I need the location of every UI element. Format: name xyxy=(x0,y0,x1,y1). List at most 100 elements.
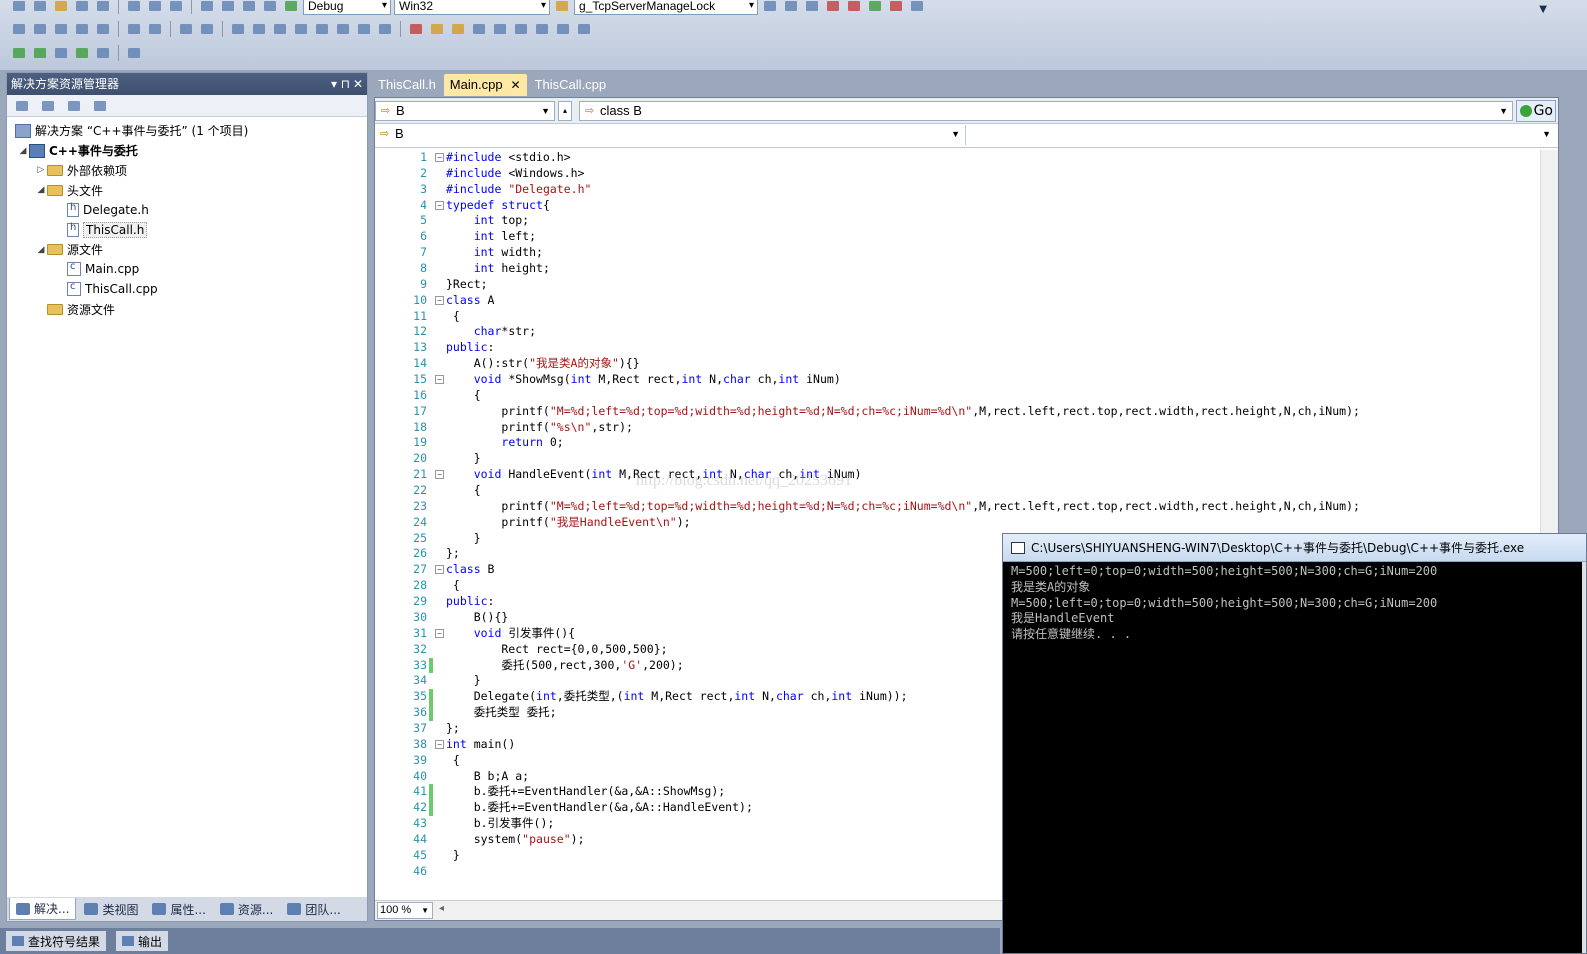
open-icon[interactable] xyxy=(52,0,70,14)
hex-display-icon[interactable] xyxy=(554,21,572,37)
cut-icon[interactable] xyxy=(125,0,143,14)
code-line[interactable]: 12 char*str; xyxy=(375,324,1540,340)
platform-select[interactable]: Win32 xyxy=(394,0,550,15)
close-tab-icon[interactable]: ✕ xyxy=(511,78,521,92)
tree-item[interactable]: ◢ 头文件 xyxy=(7,180,367,200)
document-tab[interactable]: ThisCall.cpp xyxy=(529,74,613,96)
compile-icon[interactable] xyxy=(470,21,488,37)
panel-tab[interactable]: 资源... xyxy=(214,898,279,920)
expand-arrow-icon[interactable]: ◢ xyxy=(35,185,47,195)
next-bookmark-doc-icon[interactable] xyxy=(355,21,373,37)
quick-info-icon[interactable] xyxy=(52,21,70,37)
zoom-select[interactable]: 100 % ▼ xyxy=(377,902,433,919)
secondary-member-select[interactable]: ▼ xyxy=(965,125,1555,145)
console-scrollbar[interactable] xyxy=(1582,562,1586,953)
previous-bookmark-doc-icon[interactable] xyxy=(334,21,352,37)
run-icon[interactable] xyxy=(10,45,28,61)
find-combo[interactable]: g_TcpServerManageLock xyxy=(574,0,758,15)
console-title-bar[interactable]: C:\Users\SHIYUANSHENG-WIN7\Desktop\C++事件… xyxy=(1003,534,1586,562)
document-tab[interactable]: Main.cpp ✕ xyxy=(443,74,527,96)
increase-indent-icon[interactable] xyxy=(146,21,164,37)
collapse-icon[interactable]: − xyxy=(435,739,444,749)
save-all-icon[interactable] xyxy=(94,0,112,14)
scope-select[interactable]: ⇨ B ▼ xyxy=(375,101,555,121)
panel-tab[interactable]: 类视图 xyxy=(78,898,144,920)
code-line[interactable]: 20 } xyxy=(375,451,1540,467)
code-line[interactable]: 23 printf("M=%d;left=%d;top=%d;width=%d;… xyxy=(375,499,1540,515)
next-bookmark-folder-icon[interactable] xyxy=(313,21,331,37)
tree-item-solution[interactable]: 解决方案 “C++事件与委托” (1 个项目) xyxy=(7,121,367,141)
panel-tab[interactable]: 解决... xyxy=(9,898,77,920)
start-debugging-icon[interactable] xyxy=(282,0,300,14)
navigate-forward-icon[interactable] xyxy=(261,0,279,14)
copy-icon[interactable] xyxy=(146,0,164,14)
code-line[interactable]: 13 public: xyxy=(375,340,1540,356)
start-page-icon[interactable] xyxy=(866,0,884,14)
scroll-left-icon[interactable]: ◂ xyxy=(439,903,444,914)
code-line[interactable]: 18 printf("%s\n",str); xyxy=(375,420,1540,436)
redo-icon[interactable] xyxy=(219,0,237,14)
code-line[interactable]: 5 int top; xyxy=(375,213,1540,229)
batch-build-icon[interactable] xyxy=(449,21,467,37)
comment-icon[interactable] xyxy=(177,21,195,37)
previous-bookmark-folder-icon[interactable] xyxy=(292,21,310,37)
config-select[interactable]: Debug xyxy=(303,0,391,15)
rebuild-icon[interactable] xyxy=(428,21,446,37)
build-options-icon[interactable] xyxy=(125,45,143,61)
code-line[interactable]: 2 #include <Windows.h> xyxy=(375,166,1540,182)
complete-word-icon[interactable] xyxy=(73,21,91,37)
step-into-icon[interactable] xyxy=(491,21,509,37)
expand-arrow-icon[interactable]: ▷ xyxy=(35,165,47,175)
paste-icon[interactable] xyxy=(167,0,185,14)
code-line[interactable]: 7 int width; xyxy=(375,245,1540,261)
step-out-icon[interactable] xyxy=(533,21,551,37)
code-line[interactable]: 15− void *ShowMsg(int M,Rect rect,int N,… xyxy=(375,372,1540,388)
solution-explorer-icon[interactable] xyxy=(782,0,800,14)
code-line[interactable]: 10− class A xyxy=(375,293,1540,309)
step-over-icon[interactable] xyxy=(512,21,530,37)
tree-item[interactable]: ▷ 外部依赖项 xyxy=(7,161,367,181)
code-line[interactable]: 21− void HandleEvent(int M,Rect rect,int… xyxy=(375,467,1540,483)
tree-item[interactable]: ThisCall.cpp xyxy=(7,279,367,299)
code-line[interactable]: 8 int height; xyxy=(375,261,1540,277)
build-selection-icon[interactable] xyxy=(73,45,91,61)
panel-close-icon[interactable]: ✕ xyxy=(353,73,363,95)
refresh-icon[interactable] xyxy=(39,98,57,114)
parameter-info-icon[interactable] xyxy=(31,21,49,37)
panel-menu-icon[interactable]: ▾ xyxy=(331,73,337,95)
find-in-files-icon[interactable] xyxy=(553,0,571,14)
go-button[interactable]: Go xyxy=(1516,100,1556,122)
show-all-files-icon[interactable] xyxy=(13,98,31,114)
collapse-icon[interactable]: − xyxy=(435,375,444,385)
build-solution-icon[interactable] xyxy=(31,45,49,61)
panel-pin-icon[interactable]: ⊓ xyxy=(341,73,350,95)
member-list-icon[interactable] xyxy=(10,21,28,37)
tree-item[interactable]: Main.cpp xyxy=(7,260,367,280)
code-line[interactable]: 9}Rect; xyxy=(375,277,1540,293)
uncomment-icon[interactable] xyxy=(198,21,216,37)
view-class-diagram-icon[interactable] xyxy=(91,98,109,114)
command-window-icon[interactable] xyxy=(908,0,926,14)
collapse-icon[interactable]: − xyxy=(435,565,444,575)
tree-item[interactable]: ◢ 源文件 xyxy=(7,240,367,260)
next-bookmark-icon[interactable] xyxy=(271,21,289,37)
undo-icon[interactable] xyxy=(198,0,216,14)
collapse-icon[interactable]: − xyxy=(435,628,444,638)
collapse-icon[interactable]: − xyxy=(435,295,444,305)
tree-item-project[interactable]: ◢ C++事件与委托 xyxy=(7,141,367,161)
clean-icon[interactable] xyxy=(94,45,112,61)
code-line[interactable]: 11 { xyxy=(375,309,1540,325)
save-icon[interactable] xyxy=(73,0,91,14)
cancel-build-icon[interactable] xyxy=(52,45,70,61)
toolbox-icon[interactable] xyxy=(845,0,863,14)
code-line[interactable]: 24 printf("我是HandleEvent\n"); xyxy=(375,515,1540,531)
dock-tab[interactable]: 查找符号结果 xyxy=(6,931,107,951)
toggle-bookmark-icon[interactable] xyxy=(229,21,247,37)
new-project-icon[interactable] xyxy=(10,0,28,14)
member-select[interactable]: ⇨ class B ▼ xyxy=(579,101,1513,121)
collapse-arrow-icon[interactable]: ◢ xyxy=(17,146,29,156)
secondary-scope-select[interactable]: ⇨ B ▼ xyxy=(375,125,964,145)
decrease-indent-icon[interactable] xyxy=(125,21,143,37)
code-line[interactable]: 19 return 0; xyxy=(375,435,1540,451)
navigate-back-icon[interactable] xyxy=(240,0,258,14)
